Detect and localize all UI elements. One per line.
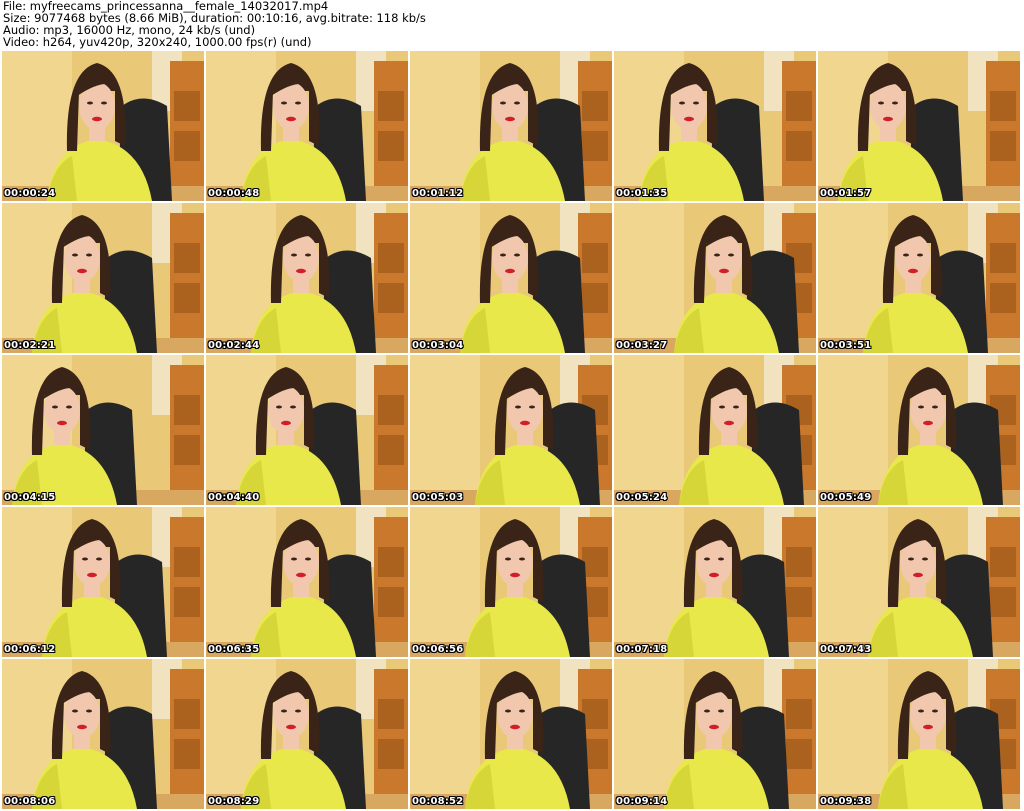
- video-thumbnail: 00:00:48: [206, 51, 408, 201]
- video-thumbnail: 00:00:24: [2, 51, 204, 201]
- thumbnail-timestamp: 00:04:15: [4, 492, 56, 503]
- thumbnail-scene: [206, 51, 408, 201]
- thumbnail-scene: [410, 507, 612, 657]
- thumbnail-timestamp: 00:03:27: [616, 340, 668, 351]
- video-thumbnail: 00:03:04: [410, 203, 612, 353]
- thumbnail-scene: [206, 355, 408, 505]
- thumbnail-scene: [818, 659, 1020, 809]
- thumbnail-scene: [614, 51, 816, 201]
- thumbnail-timestamp: 00:03:04: [412, 340, 464, 351]
- video-thumbnail: 00:05:03: [410, 355, 612, 505]
- video-thumbnail: 00:09:38: [818, 659, 1020, 809]
- video-thumbnail: 00:06:12: [2, 507, 204, 657]
- thumbnail-timestamp: 00:06:56: [412, 644, 464, 655]
- thumbnail-timestamp: 00:02:44: [208, 340, 260, 351]
- thumbnail-timestamp: 00:08:52: [412, 796, 464, 807]
- video-thumbnail: 00:03:27: [614, 203, 816, 353]
- video-thumbnail: 00:05:24: [614, 355, 816, 505]
- video-thumbnail: 00:06:35: [206, 507, 408, 657]
- thumbnail-timestamp: 00:02:21: [4, 340, 56, 351]
- thumbnail-timestamp: 00:09:14: [616, 796, 668, 807]
- file-info-header: File: myfreecams_princessanna__female_14…: [3, 0, 426, 48]
- video-thumbnail: 00:05:49: [818, 355, 1020, 505]
- thumbnail-timestamp: 00:01:57: [820, 188, 872, 199]
- thumbnail-timestamp: 00:01:35: [616, 188, 668, 199]
- thumbnail-scene: [206, 659, 408, 809]
- video-thumbnail: 00:07:18: [614, 507, 816, 657]
- thumbnail-timestamp: 00:05:24: [616, 492, 668, 503]
- video-thumbnail: 00:01:12: [410, 51, 612, 201]
- thumbnail-scene: [614, 507, 816, 657]
- thumbnail-timestamp: 00:01:12: [412, 188, 464, 199]
- thumbnail-timestamp: 00:09:38: [820, 796, 872, 807]
- thumbnail-scene: [410, 203, 612, 353]
- thumbnail-scene: [206, 203, 408, 353]
- video-thumbnail: 00:07:43: [818, 507, 1020, 657]
- thumbnail-scene: [2, 355, 204, 505]
- thumbnail-scene: [818, 355, 1020, 505]
- thumbnail-scene: [818, 51, 1020, 201]
- thumbnail-scene: [614, 659, 816, 809]
- thumbnail-timestamp: 00:03:51: [820, 340, 872, 351]
- video-thumbnail: 00:06:56: [410, 507, 612, 657]
- video-thumbnail: 00:02:44: [206, 203, 408, 353]
- thumbnail-grid: 00:00:24 00:00:48 00:01:12 00:01:35 00:0…: [2, 51, 1023, 810]
- thumbnail-timestamp: 00:06:35: [208, 644, 260, 655]
- thumbnail-timestamp: 00:00:48: [208, 188, 260, 199]
- thumbnail-scene: [2, 507, 204, 657]
- thumbnail-scene: [2, 659, 204, 809]
- video-thumbnail: 00:04:15: [2, 355, 204, 505]
- thumbnail-timestamp: 00:04:40: [208, 492, 260, 503]
- thumbnail-scene: [614, 355, 816, 505]
- thumbnail-scene: [410, 355, 612, 505]
- thumbnail-timestamp: 00:08:06: [4, 796, 56, 807]
- thumbnail-timestamp: 00:00:24: [4, 188, 56, 199]
- video-thumbnail: 00:01:35: [614, 51, 816, 201]
- thumbnail-timestamp: 00:07:18: [616, 644, 668, 655]
- video-thumbnail: 00:08:52: [410, 659, 612, 809]
- video-thumbnail: 00:02:21: [2, 203, 204, 353]
- thumbnail-timestamp: 00:05:03: [412, 492, 464, 503]
- video-thumbnail: 00:09:14: [614, 659, 816, 809]
- thumbnail-timestamp: 00:05:49: [820, 492, 872, 503]
- thumbnail-scene: [818, 203, 1020, 353]
- video-thumbnail: 00:08:29: [206, 659, 408, 809]
- video-thumbnail: 00:08:06: [2, 659, 204, 809]
- thumbnail-timestamp: 00:07:43: [820, 644, 872, 655]
- thumbnail-scene: [410, 51, 612, 201]
- thumbnail-timestamp: 00:08:29: [208, 796, 260, 807]
- thumbnail-scene: [614, 203, 816, 353]
- video-info-line: Video: h264, yuv420p, 320x240, 1000.00 f…: [3, 35, 312, 49]
- thumbnail-scene: [410, 659, 612, 809]
- video-thumbnail: 00:04:40: [206, 355, 408, 505]
- thumbnail-timestamp: 00:06:12: [4, 644, 56, 655]
- thumbnail-scene: [2, 51, 204, 201]
- thumbnail-scene: [206, 507, 408, 657]
- video-thumbnail: 00:03:51: [818, 203, 1020, 353]
- thumbnail-scene: [2, 203, 204, 353]
- thumbnail-scene: [818, 507, 1020, 657]
- video-thumbnail: 00:01:57: [818, 51, 1020, 201]
